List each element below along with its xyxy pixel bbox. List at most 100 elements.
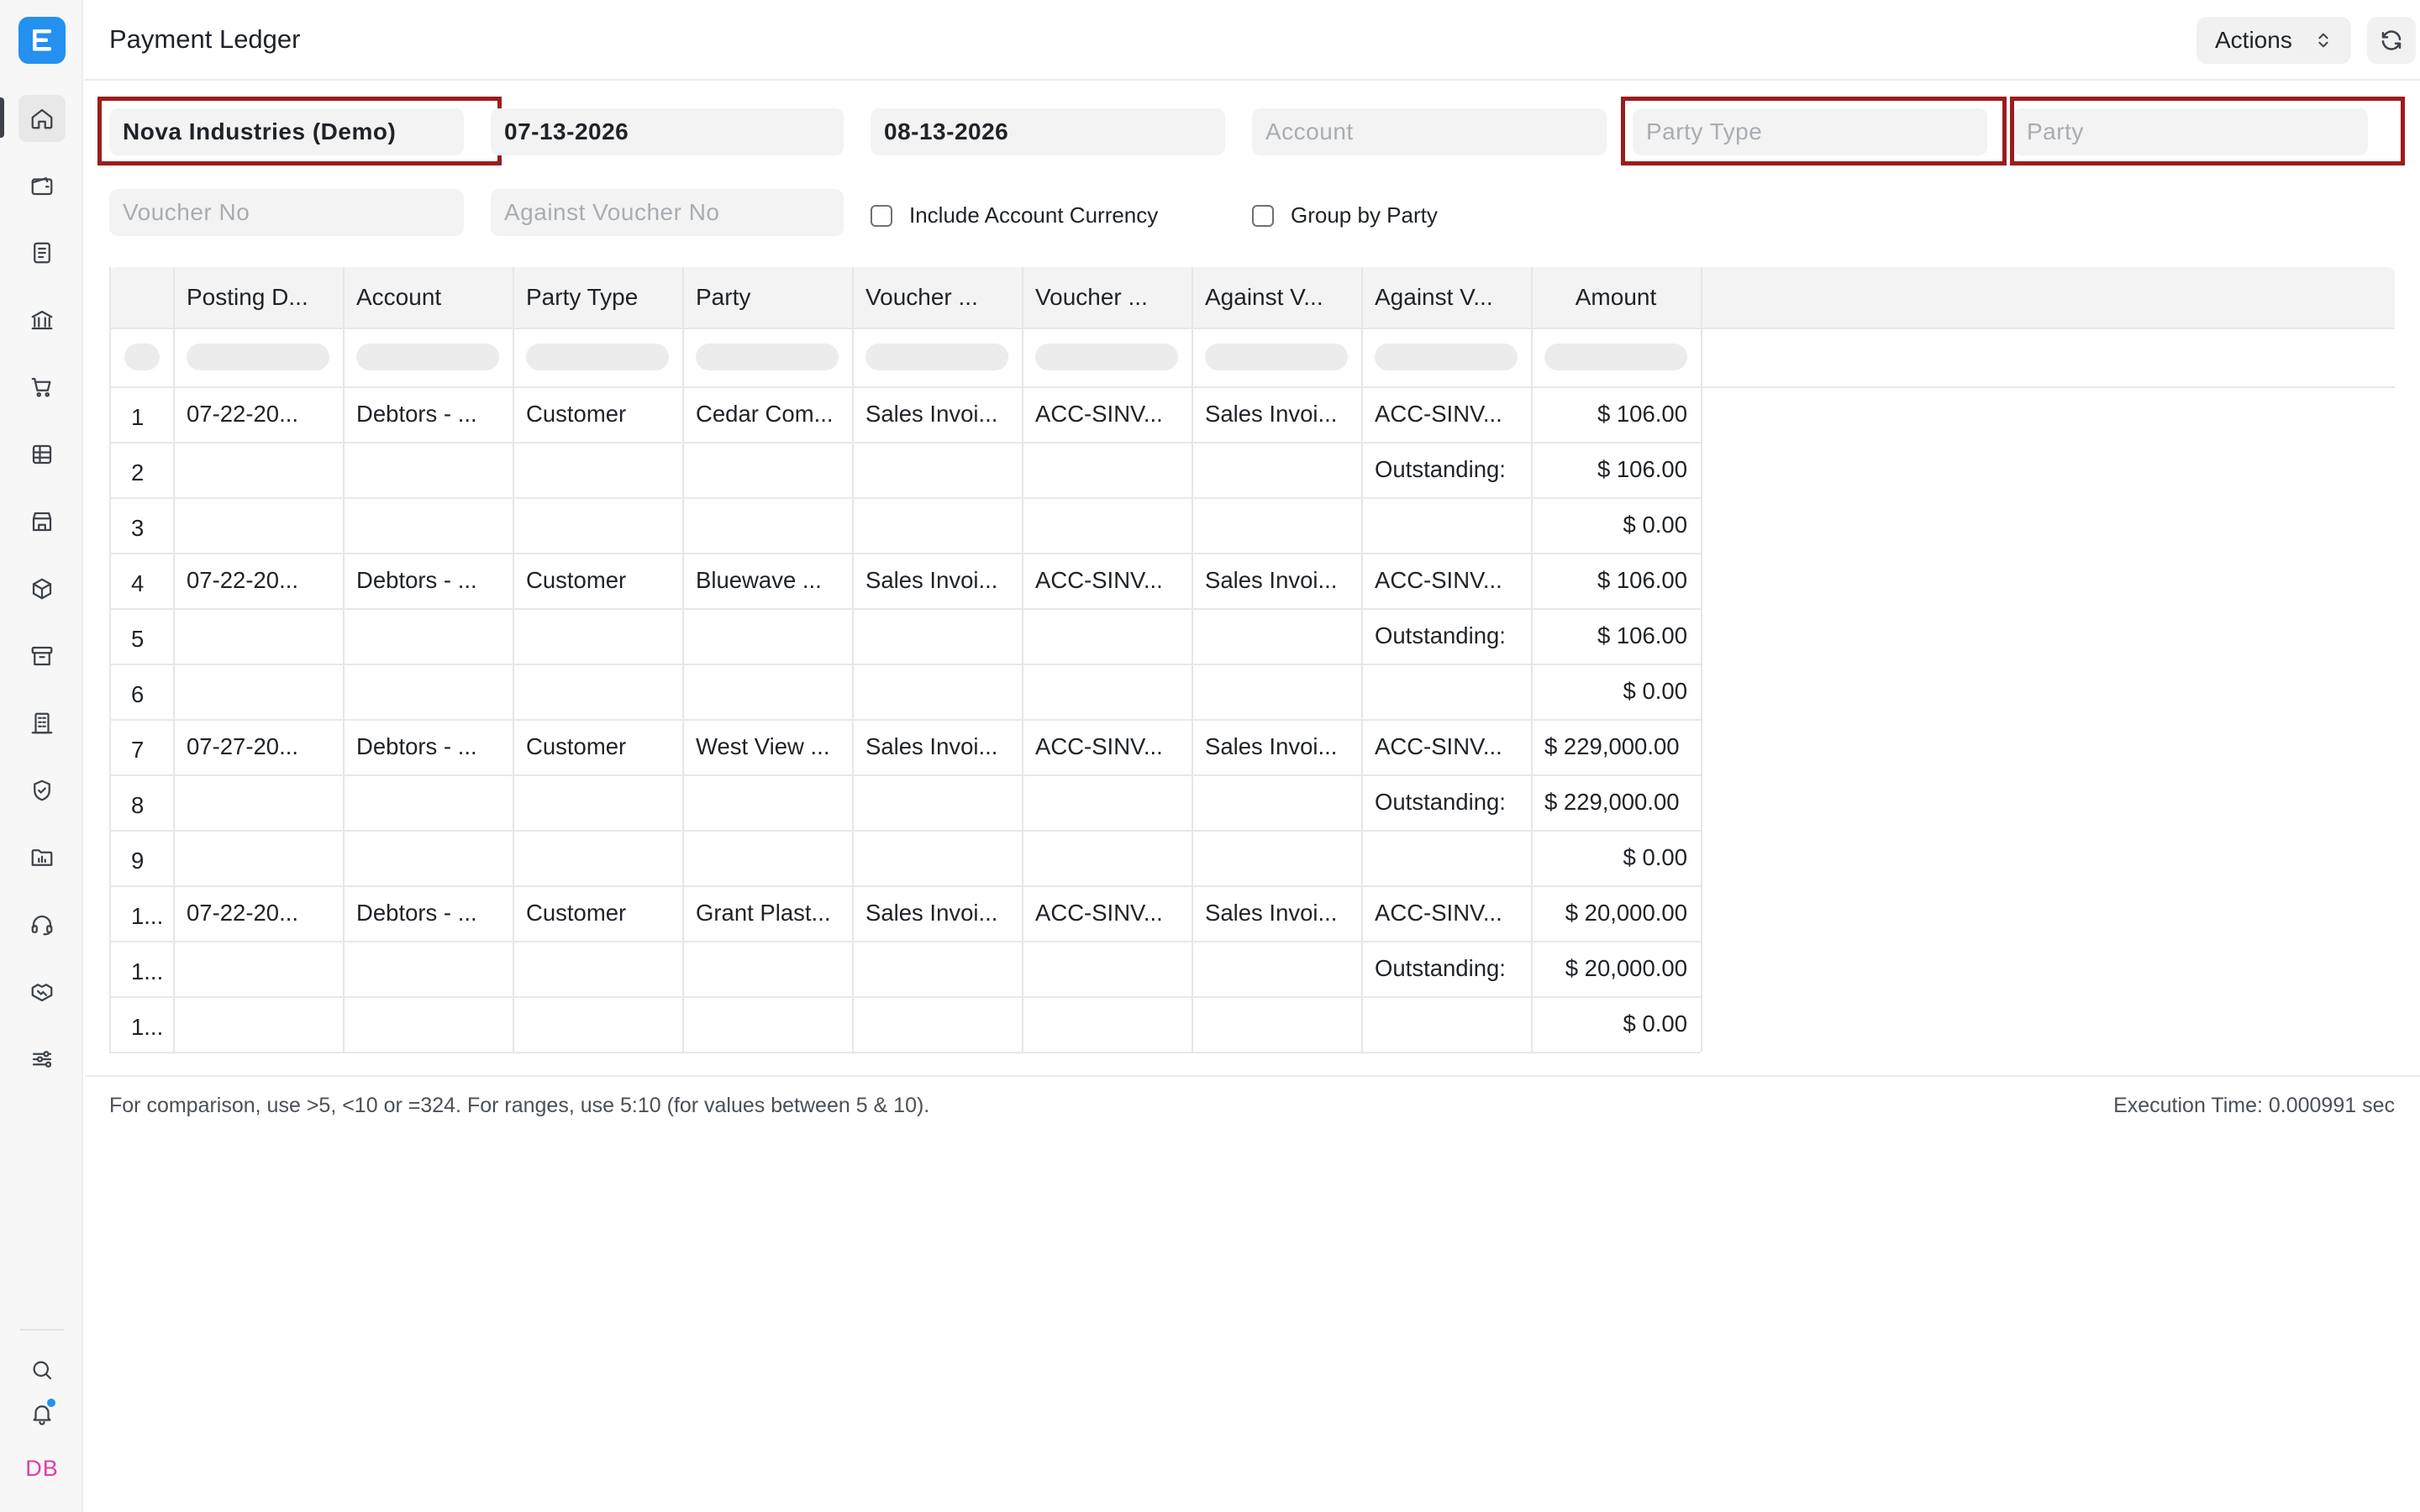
column-header[interactable]: Against V... xyxy=(1361,267,1531,328)
column-filter-input[interactable] xyxy=(526,344,669,370)
table-cell[interactable]: 07-22-20... xyxy=(173,386,343,442)
table-cell[interactable]: Outstanding: xyxy=(1361,941,1531,996)
sidebar-item-support[interactable] xyxy=(18,901,66,948)
amount-cell[interactable]: $ 106.00 xyxy=(1531,553,1701,608)
table-cell[interactable]: ACC-SINV... xyxy=(1361,885,1531,941)
sidebar-item-reports[interactable] xyxy=(18,431,66,478)
column-header[interactable]: Voucher ... xyxy=(1022,267,1192,328)
refresh-button[interactable] xyxy=(2367,17,2416,64)
table-cell[interactable]: Debtors - ... xyxy=(343,885,513,941)
column-header[interactable]: Voucher ... xyxy=(852,267,1022,328)
column-header[interactable]: Party Type xyxy=(513,267,682,328)
from-date-field[interactable]: 07-13-2026 xyxy=(491,108,844,155)
table-cell[interactable]: Sales Invoi... xyxy=(852,386,1022,442)
party-type-field[interactable]: Party Type xyxy=(1633,108,1987,155)
table-cell[interactable]: Sales Invoi... xyxy=(1192,553,1361,608)
column-filter-input[interactable] xyxy=(1375,344,1518,370)
amount-cell[interactable]: $ 0.00 xyxy=(1531,830,1701,885)
column-header[interactable]: Posting D... xyxy=(173,267,343,328)
column-header[interactable]: Party xyxy=(682,267,852,328)
table-cell[interactable]: Sales Invoi... xyxy=(1192,719,1361,774)
sidebar-item-organization[interactable] xyxy=(18,700,66,747)
amount-cell[interactable]: $ 106.00 xyxy=(1531,608,1701,664)
sidebar-item-settings[interactable] xyxy=(18,1036,66,1083)
amount-cell[interactable]: $ 20,000.00 xyxy=(1531,941,1701,996)
sidebar-item-documents[interactable] xyxy=(18,229,66,276)
company-field[interactable]: Nova Industries (Demo) xyxy=(109,108,464,155)
amount-cell[interactable]: $ 106.00 xyxy=(1531,386,1701,442)
sidebar-item-quality[interactable] xyxy=(18,767,66,814)
table-cell[interactable]: Customer xyxy=(513,386,682,442)
group-by-party-checkbox[interactable]: Group by Party xyxy=(1252,202,1438,228)
table-cell[interactable]: ACC-SINV... xyxy=(1361,386,1531,442)
voucher-no-field[interactable]: Voucher No xyxy=(109,189,464,236)
column-filter-input[interactable] xyxy=(696,344,839,370)
table-cell[interactable]: Sales Invoi... xyxy=(852,553,1022,608)
table-cell[interactable]: 07-27-20... xyxy=(173,719,343,774)
column-filter-input[interactable] xyxy=(1035,344,1178,370)
column-filter-input[interactable] xyxy=(187,344,329,370)
amount-cell[interactable]: $ 20,000.00 xyxy=(1531,885,1701,941)
table-cell[interactable]: Customer xyxy=(513,885,682,941)
table-cell[interactable]: Customer xyxy=(513,719,682,774)
sidebar-item-banking[interactable] xyxy=(18,297,66,344)
sidebar-search[interactable] xyxy=(18,1347,66,1394)
table-cell[interactable]: Sales Invoi... xyxy=(1192,386,1361,442)
column-filter-input[interactable] xyxy=(865,344,1008,370)
sidebar-item-stock[interactable] xyxy=(18,565,66,612)
amount-cell[interactable]: $ 0.00 xyxy=(1531,996,1701,1052)
table-cell[interactable]: Sales Invoi... xyxy=(852,719,1022,774)
amount-cell[interactable]: $ 229,000.00 xyxy=(1531,774,1701,830)
to-date-field[interactable]: 08-13-2026 xyxy=(871,108,1225,155)
table-cell[interactable]: ACC-SINV... xyxy=(1361,553,1531,608)
amount-cell[interactable]: $ 229,000.00 xyxy=(1531,719,1701,774)
column-header[interactable]: Against V... xyxy=(1192,267,1361,328)
table-cell[interactable]: Debtors - ... xyxy=(343,553,513,608)
column-header[interactable]: Amount xyxy=(1531,267,1701,328)
table-cell[interactable]: Outstanding: xyxy=(1361,608,1531,664)
table-cell[interactable]: ACC-SINV... xyxy=(1022,885,1192,941)
column-filter-input[interactable] xyxy=(1544,344,1687,370)
sidebar-notifications[interactable] xyxy=(18,1390,66,1437)
sidebar-item-accounting[interactable] xyxy=(18,162,66,209)
table-cell[interactable]: 07-22-20... xyxy=(173,553,343,608)
column-filter-input[interactable] xyxy=(356,344,499,370)
checkbox-box[interactable] xyxy=(871,204,892,227)
table-cell[interactable]: Grant Plast... xyxy=(682,885,852,941)
table-cell[interactable]: West View ... xyxy=(682,719,852,774)
table-cell[interactable]: ACC-SINV... xyxy=(1022,386,1192,442)
table-cell[interactable]: Sales Invoi... xyxy=(852,885,1022,941)
sidebar-item-selling[interactable] xyxy=(18,498,66,545)
column-filter-input[interactable] xyxy=(1205,344,1348,370)
sidebar-item-buying[interactable] xyxy=(18,364,66,411)
table-cell[interactable]: Debtors - ... xyxy=(343,386,513,442)
against-voucher-no-field[interactable]: Against Voucher No xyxy=(491,189,844,236)
party-field[interactable]: Party xyxy=(2013,108,2368,155)
table-cell[interactable]: Outstanding: xyxy=(1361,774,1531,830)
table-cell[interactable]: ACC-SINV... xyxy=(1022,553,1192,608)
amount-cell[interactable]: $ 0.00 xyxy=(1531,664,1701,719)
amount-cell[interactable]: $ 106.00 xyxy=(1531,442,1701,497)
include-account-currency-checkbox[interactable]: Include Account Currency xyxy=(871,202,1158,228)
actions-button[interactable]: Actions xyxy=(2196,17,2351,64)
account-field[interactable]: Account xyxy=(1252,108,1607,155)
table-cell[interactable]: Outstanding: xyxy=(1361,442,1531,497)
table-cell[interactable]: Customer xyxy=(513,553,682,608)
sidebar-item-projects[interactable] xyxy=(18,834,66,881)
sidebar-item-assets[interactable] xyxy=(18,633,66,680)
table-cell[interactable]: Sales Invoi... xyxy=(1192,885,1361,941)
sidebar-item-crm[interactable] xyxy=(18,969,66,1016)
column-header[interactable]: Account xyxy=(343,267,513,328)
table-cell[interactable]: Debtors - ... xyxy=(343,719,513,774)
amount-cell[interactable]: $ 0.00 xyxy=(1531,497,1701,553)
table-cell[interactable]: ACC-SINV... xyxy=(1361,719,1531,774)
avatar[interactable]: DB xyxy=(18,1445,66,1492)
table-cell[interactable]: Bluewave ... xyxy=(682,553,852,608)
table-cell[interactable]: 07-22-20... xyxy=(173,885,343,941)
checkbox-box[interactable] xyxy=(1252,204,1274,227)
app-logo[interactable] xyxy=(18,17,66,64)
column-filter-input[interactable] xyxy=(124,344,160,370)
sidebar-item-home[interactable] xyxy=(18,95,66,142)
table-cell[interactable]: ACC-SINV... xyxy=(1022,719,1192,774)
table-cell[interactable]: Cedar Com... xyxy=(682,386,852,442)
